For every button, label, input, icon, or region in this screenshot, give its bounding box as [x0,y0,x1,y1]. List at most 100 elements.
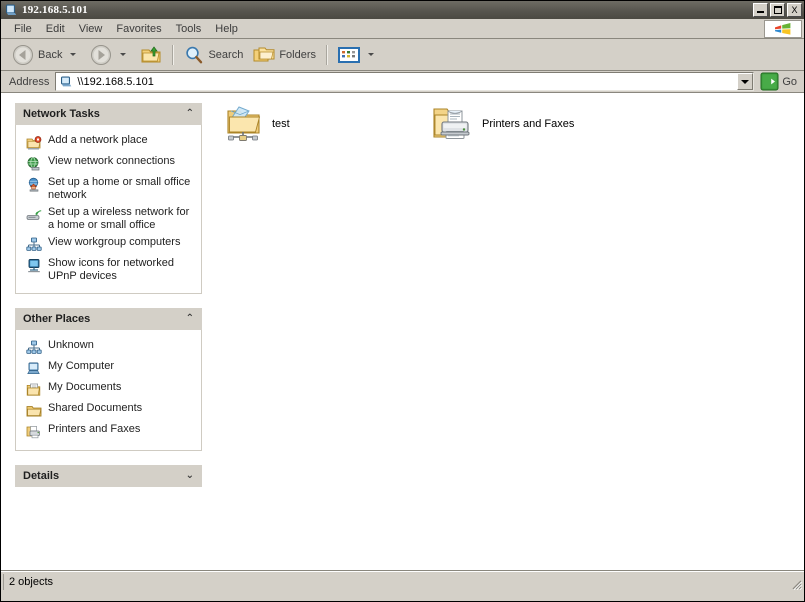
folder-icon [26,403,42,419]
sidebar-item-my-computer[interactable]: My Computer [22,358,195,379]
views-icon [338,46,361,64]
file-item-printers-and-faxes[interactable]: Printers and Faxes [430,103,574,145]
sidebar-item-label: My Documents [48,381,122,393]
back-dropdown-icon[interactable] [70,53,77,56]
address-value: \\192.168.5.101 [77,75,154,88]
chevron-up-icon[interactable]: ⌃ [186,314,194,324]
toolbar-separator-1 [172,44,175,65]
file-item-test[interactable]: test [222,103,290,145]
sidebar-item-setup-home-network[interactable]: Set up a home or small office network [22,174,195,204]
sidebar-item-label: Set up a wireless network for a home or … [48,206,190,231]
forward-arrow-icon [90,44,112,66]
sidebar-item-add-network-place[interactable]: Add a network place [22,132,195,153]
task-sidebar: Network Tasks ⌃ Add a network place View… [1,93,208,570]
wireless-network-icon [26,207,42,223]
sidebar-item-label: Set up a home or small office network [48,176,191,201]
documents-folder-icon [26,382,42,398]
computer-icon [26,361,42,377]
sidebar-item-label: View workgroup computers [48,236,181,248]
computer-icon [59,75,73,89]
chevron-down-icon[interactable]: ⌄ [186,471,194,481]
toolbar-separator-2 [326,44,329,65]
window-title: 192.168.5.101 [22,4,88,16]
computer-icon [4,3,18,17]
sidebar-item-unknown[interactable]: Unknown [22,337,195,358]
address-label: Address [9,75,50,88]
folders-button[interactable]: Folders [248,43,321,67]
shared-folder-network-icon [222,103,264,145]
menu-bar: File Edit View Favorites Tools Help [1,19,804,39]
sidebar-item-label: My Computer [48,360,115,372]
sidebar-item-printers-and-faxes[interactable]: Printers and Faxes [22,421,195,442]
close-icon: X [791,4,798,15]
up-button[interactable] [135,43,167,67]
panel-title: Network Tasks [23,108,100,120]
menu-tools[interactable]: Tools [169,21,209,37]
menu-edit[interactable]: Edit [39,21,72,37]
sidebar-item-label: View network connections [48,155,175,167]
explorer-window: 192.168.5.101 X File Edit View Favorites… [0,0,805,602]
workgroup-icon [26,237,42,253]
chevron-down-icon [741,79,750,84]
back-arrow-icon [12,44,34,66]
sidebar-item-my-documents[interactable]: My Documents [22,379,195,400]
forward-dropdown-icon[interactable] [120,53,127,56]
views-button[interactable] [333,43,383,67]
forward-button[interactable] [85,43,135,67]
status-text: 2 objects [3,573,53,590]
panel-header-details[interactable]: Details ⌄ [15,465,202,487]
explorer-body: Network Tasks ⌃ Add a network place View… [1,93,804,571]
close-button[interactable]: X [787,3,802,17]
back-label: Back [38,48,63,61]
panel-header-other-places[interactable]: Other Places ⌃ [15,308,202,330]
sidebar-item-label: Show icons for networked UPnP devices [48,257,174,282]
maximize-button[interactable] [770,3,785,17]
home-network-icon [26,177,42,193]
menu-file[interactable]: File [7,21,39,37]
go-button[interactable]: Go [758,72,801,92]
menu-favorites[interactable]: Favorites [109,21,168,37]
panel-body-other-places: Unknown My Computer My Documents Shared … [15,330,202,451]
window-controls: X [753,3,802,17]
sidebar-item-label: Printers and Faxes [48,423,141,435]
search-icon [184,45,204,65]
windows-flag-logo [764,20,802,38]
file-item-label: test [272,118,290,130]
status-bar: 2 objects [1,571,804,591]
sidebar-item-show-upnp-devices[interactable]: Show icons for networked UPnP devices [22,255,195,285]
panel-details: Details ⌄ [15,465,202,487]
title-bar[interactable]: 192.168.5.101 X [1,1,804,19]
views-dropdown-icon[interactable] [368,53,375,56]
address-input[interactable]: \\192.168.5.101 [55,72,755,91]
panel-network-tasks: Network Tasks ⌃ Add a network place View… [15,103,202,294]
address-bar: Address \\192.168.5.101 Go [1,71,804,93]
minimize-button[interactable] [753,3,768,17]
panel-title: Details [23,470,60,482]
sidebar-item-shared-documents[interactable]: Shared Documents [22,400,195,421]
resize-grip[interactable] [789,577,802,590]
sidebar-item-setup-wireless-network[interactable]: Set up a wireless network for a home or … [22,204,195,234]
toolbar: Back Search Folders [1,39,804,71]
panel-header-network-tasks[interactable]: Network Tasks ⌃ [15,103,202,125]
file-item-label: Printers and Faxes [482,118,575,130]
search-label: Search [208,48,244,61]
back-button[interactable]: Back [7,43,85,67]
panel-other-places: Other Places ⌃ Unknown My Computer My Do… [15,308,202,451]
folders-label: Folders [279,48,317,61]
sidebar-item-view-workgroup-computers[interactable]: View workgroup computers [22,234,195,255]
file-list-pane[interactable]: test Printers and Faxes [208,93,804,570]
sidebar-item-label: Shared Documents [48,402,143,414]
chevron-up-icon[interactable]: ⌃ [186,109,194,119]
upnp-device-icon [26,258,42,274]
search-button[interactable]: Search [179,43,248,67]
address-dropdown-button[interactable] [737,73,754,90]
menu-help[interactable]: Help [208,21,245,37]
go-label: Go [782,75,797,88]
panel-body-network-tasks: Add a network place View network connect… [15,125,202,294]
workgroup-icon [26,340,42,356]
go-arrow-icon [760,72,779,91]
sidebar-item-label: Add a network place [48,134,148,146]
menu-view[interactable]: View [72,21,110,37]
add-network-place-icon [26,135,42,151]
sidebar-item-view-network-connections[interactable]: View network connections [22,153,195,174]
